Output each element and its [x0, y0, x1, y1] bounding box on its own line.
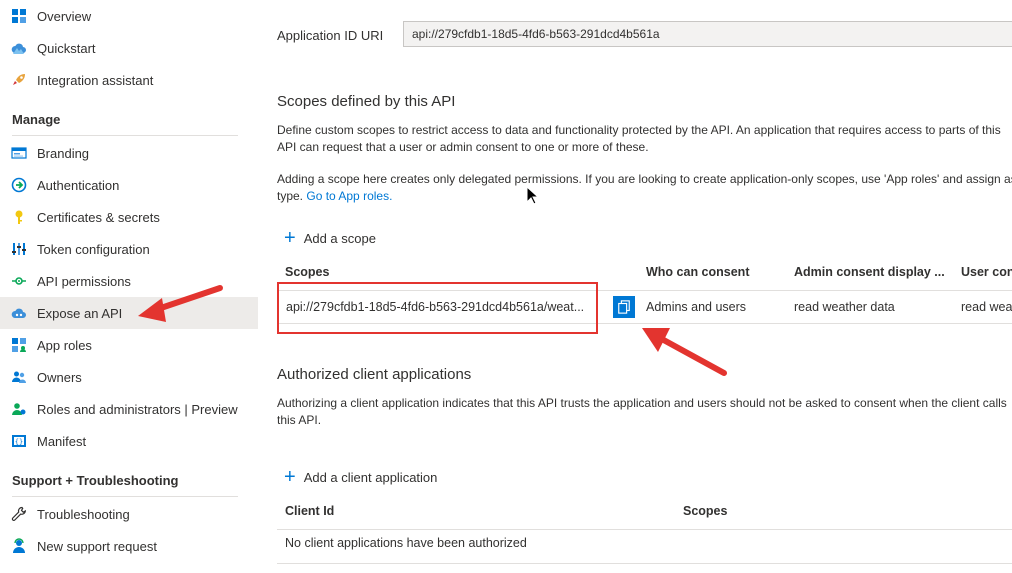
sidebar-item-label: Troubleshooting	[37, 506, 130, 522]
scopes-section-title: Scopes defined by this API	[277, 93, 456, 110]
cloud-icon	[11, 40, 27, 56]
add-client-label: Add a client application	[303, 469, 438, 485]
api-permissions-icon	[11, 273, 27, 289]
admin-consent-display-cell: read weather data	[794, 300, 895, 314]
sidebar-item-new-support-request[interactable]: New support request	[0, 530, 258, 562]
sidebar-item-label: API permissions	[37, 273, 131, 289]
annotation-highlight-box	[277, 282, 598, 334]
support-person-icon	[11, 538, 27, 554]
token-bars-icon	[11, 241, 27, 257]
sidebar-item-troubleshooting[interactable]: Troubleshooting	[0, 498, 258, 530]
authorized-clients-title: Authorized client applications	[277, 366, 472, 383]
sidebar-item-label: Certificates & secrets	[37, 209, 160, 225]
scopes-description-line2: API can request that a user or admin con…	[277, 140, 649, 154]
no-clients-message: No client applications have been authori…	[285, 536, 527, 550]
app-roles-icon	[11, 337, 27, 353]
col-header-user-consent-display: User consent display name	[961, 265, 1012, 279]
sidebar-item-app-roles[interactable]: App roles	[0, 329, 258, 361]
sidebar-nav: Overview Quickstart Integration assistan…	[0, 0, 258, 573]
authentication-icon	[11, 177, 27, 193]
key-icon	[11, 209, 27, 225]
sidebar-item-label: Authentication	[37, 177, 120, 193]
rocket-icon	[11, 72, 27, 88]
who-can-consent-cell: Admins and users	[646, 300, 747, 314]
sidebar-item-api-permissions[interactable]: API permissions	[0, 265, 258, 297]
copy-icon	[618, 300, 630, 314]
add-scope-label: Add a scope	[303, 230, 376, 246]
svg-text:{}: {}	[15, 438, 23, 446]
sidebar-item-token-configuration[interactable]: Token configuration	[0, 233, 258, 265]
copy-button[interactable]	[613, 296, 635, 318]
sidebar-item-label: Expose an API	[37, 305, 123, 321]
authorized-description-line2: this API.	[277, 413, 322, 427]
sidebar-item-authentication[interactable]: Authentication	[0, 169, 258, 201]
manifest-icon: {}	[11, 433, 27, 449]
sidebar-item-label: New support request	[37, 538, 157, 554]
sidebar-item-certificates-secrets[interactable]: Certificates & secrets	[0, 201, 258, 233]
sidebar-item-label: Branding	[37, 145, 90, 161]
overview-grid-icon	[11, 8, 27, 24]
scopes-note-prefix: type.	[277, 189, 304, 203]
sidebar-item-label: Quickstart	[37, 40, 96, 56]
main-content: Application ID URI api://279cfdb1-18d5-4…	[258, 0, 1012, 573]
scopes-description-line1: Define custom scopes to restrict access …	[277, 123, 1001, 137]
roles-admin-icon	[11, 401, 27, 417]
sidebar-item-roles-and-administrators[interactable]: Roles and administrators | Preview	[0, 393, 258, 425]
sidebar-item-overview[interactable]: Overview	[0, 0, 258, 32]
app-id-uri-label: Application ID URI	[277, 28, 384, 43]
sidebar-item-label: Token configuration	[37, 241, 150, 257]
col-header-scopes: Scopes	[285, 265, 330, 279]
user-consent-display-cell: read weather data	[961, 300, 1012, 314]
add-client-application-button[interactable]: + Add a client application	[284, 466, 438, 488]
authorized-description-line1: Authorizing a client application indicat…	[277, 396, 1007, 410]
col-header-who-can-consent: Who can consent	[646, 265, 750, 279]
sidebar-item-owners[interactable]: Owners	[0, 361, 258, 393]
sidebar-item-label: Roles and administrators | Preview	[37, 401, 238, 417]
owners-icon	[11, 369, 27, 385]
sidebar-item-integration-assistant[interactable]: Integration assistant	[0, 64, 258, 96]
go-to-app-roles-link[interactable]: Go to App roles.	[306, 189, 392, 203]
plus-icon: +	[284, 227, 296, 249]
col-header-admin-consent-display: Admin consent display ...	[794, 265, 945, 279]
sidebar-item-manifest[interactable]: {} Manifest	[0, 425, 258, 457]
sidebar-item-label: Owners	[37, 369, 82, 385]
sidebar-item-expose-an-api[interactable]: Expose an API	[0, 297, 258, 329]
sidebar-item-label: Integration assistant	[37, 72, 154, 88]
sidebar-item-branding[interactable]: Branding	[0, 137, 258, 169]
add-scope-button[interactable]: + Add a scope	[284, 227, 376, 249]
section-divider	[12, 135, 238, 136]
app-id-uri-field[interactable]: api://279cfdb1-18d5-4fd6-b563-291dcd4b56…	[403, 21, 1012, 47]
manage-section-header: Manage	[12, 112, 61, 127]
sidebar-item-label: Manifest	[37, 433, 87, 449]
clients-table-bottom-divider	[277, 563, 1012, 564]
cloud-api-icon	[11, 305, 27, 321]
wrench-icon	[11, 506, 27, 522]
support-section-header: Support + Troubleshooting	[12, 473, 179, 488]
col-header-client-scopes: Scopes	[683, 504, 728, 518]
section-divider	[12, 496, 238, 497]
plus-icon: +	[284, 466, 296, 488]
clients-table-header-divider	[277, 529, 1012, 530]
scopes-note-line1: Adding a scope here creates only delegat…	[277, 172, 1012, 186]
sidebar-item-label: App roles	[37, 337, 92, 353]
branding-icon	[11, 145, 27, 161]
scopes-note-line2: type. Go to App roles.	[277, 188, 392, 205]
sidebar-item-label: Overview	[37, 8, 92, 24]
col-header-client-id: Client Id	[285, 504, 335, 518]
sidebar-item-quickstart[interactable]: Quickstart	[0, 32, 258, 64]
